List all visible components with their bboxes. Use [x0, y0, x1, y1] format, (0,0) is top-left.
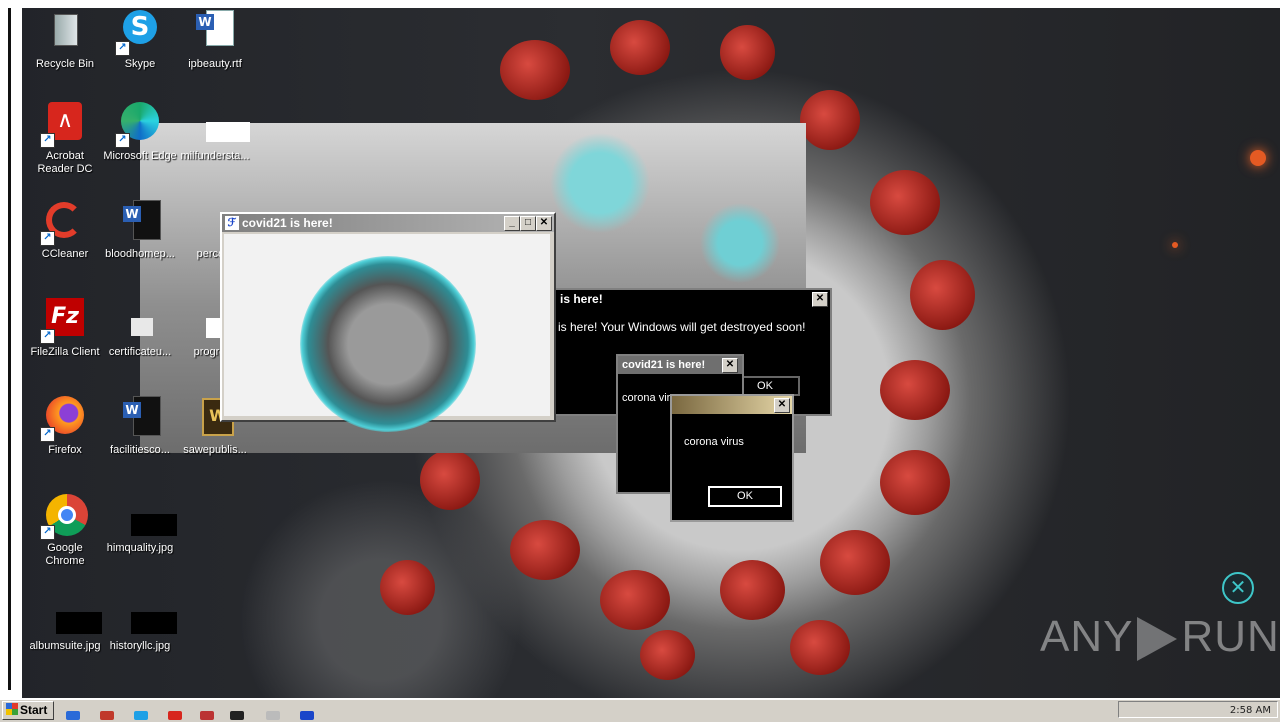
word-document-icon: W [117, 394, 163, 440]
virus-image [224, 234, 550, 432]
window-titlebar: ℱ covid21 is here! _ □ ✕ [222, 214, 554, 232]
ccleaner-icon: ↗ [40, 198, 88, 246]
window-title: covid21 is here! [242, 216, 333, 230]
desktop-icon-chrome[interactable]: ↗ Google Chrome [27, 492, 103, 568]
desktop: Recycle Bin S ↗ Skype W ipbeauty.rtf ∧ ↗… [0, 0, 1280, 698]
desktop-icon-albumsuite[interactable]: albumsuite.jpg [27, 590, 103, 653]
dialog-titlebar: covid21 is here! ✕ [618, 356, 742, 374]
word-document-icon: W [192, 8, 238, 54]
app-icon: ℱ [225, 216, 239, 230]
blank-file-icon [117, 296, 163, 342]
overlay-close-button[interactable]: ✕ [1222, 572, 1254, 604]
windows-logo-icon [6, 703, 18, 715]
icon-label: Acrobat Reader DC [37, 150, 93, 175]
covid21-main-window: ℱ covid21 is here! _ □ ✕ [220, 212, 556, 432]
icon-label: himquality.jpg [106, 542, 174, 554]
desktop-icon-himquality[interactable]: himquality.jpg [102, 492, 178, 555]
dialog-title: covid21 is here! [622, 359, 706, 371]
recycle-bin-icon [42, 8, 88, 54]
close-button[interactable]: ✕ [812, 292, 828, 307]
icon-label: Recycle Bin [35, 58, 95, 70]
maximize-button[interactable]: □ [520, 216, 536, 231]
close-button[interactable]: ✕ [774, 398, 790, 413]
desktop-icon-ccleaner[interactable]: ↗ CCleaner [27, 198, 103, 261]
ok-button[interactable]: OK [708, 486, 782, 507]
desktop-icon-historyllc[interactable]: historyllc.jpg [102, 590, 178, 653]
close-button[interactable]: ✕ [722, 358, 738, 373]
icon-label: bloodhomep... [105, 248, 175, 260]
blank-file-icon [192, 100, 250, 146]
chrome-icon: ↗ [40, 492, 88, 540]
icon-label: Microsoft Edge [103, 150, 177, 162]
ok-label: OK [737, 490, 753, 502]
anyrun-watermark: ANY RUN [1040, 612, 1279, 672]
skype-icon: S ↗ [115, 8, 163, 56]
icon-label: milfundersta... [180, 150, 250, 162]
quicklaunch-app-icon[interactable] [168, 711, 182, 720]
icon-label: Skype [124, 58, 156, 70]
icon-label: CCleaner [41, 248, 89, 260]
desktop-icon-skype[interactable]: S ↗ Skype [102, 8, 178, 71]
top-frame [0, 0, 1280, 8]
taskbar-item-icon[interactable] [200, 711, 214, 720]
minimize-button[interactable]: _ [504, 216, 520, 231]
icon-label: albumsuite.jpg [29, 640, 101, 652]
quicklaunch-media-icon[interactable] [100, 711, 114, 720]
minimize-icon: _ [509, 217, 515, 228]
maximize-icon: □ [524, 217, 532, 228]
close-icon: ✕ [539, 217, 549, 228]
desktop-icon-facilitiesco[interactable]: W facilitiesco... [102, 394, 178, 457]
clock[interactable]: 2:58 AM [1230, 705, 1271, 716]
image-file-icon [42, 590, 102, 636]
filezilla-icon: Fz ↗ [40, 296, 88, 344]
quicklaunch-skype-icon[interactable] [134, 711, 148, 720]
image-file-icon [117, 492, 177, 538]
icon-label: sawepublis... [183, 444, 247, 456]
watermark-brand-2: RUN [1181, 612, 1280, 661]
dialog-titlebar: ✕ [672, 396, 792, 414]
close-button[interactable]: ✕ [536, 216, 552, 231]
desktop-icon-bloodhomep[interactable]: W bloodhomep... [102, 198, 178, 261]
taskbar: Start 2:58 AM [0, 698, 1280, 722]
dialog-titlebar: is here! ✕ [550, 290, 830, 308]
icon-label: FileZilla Client [30, 346, 100, 358]
desktop-icon-firefox[interactable]: ↗ Firefox [27, 394, 103, 457]
image-file-icon [117, 590, 177, 636]
edge-icon: ↗ [115, 100, 163, 148]
icon-label: historyllc.jpg [109, 640, 171, 652]
desktop-icon-recycle-bin[interactable]: Recycle Bin [27, 8, 103, 71]
dialog-message: corona virus [684, 436, 744, 448]
dialog-message: is here! Your Windows will get destroyed… [558, 320, 806, 334]
desktop-icon-filezilla[interactable]: Fz ↗ FileZilla Client [27, 296, 103, 359]
left-frame [0, 0, 22, 698]
close-icon: ✕ [815, 293, 825, 304]
icon-label: ipbeauty.rtf [188, 58, 242, 70]
play-icon [1137, 617, 1178, 662]
icon-label: Firefox [48, 444, 82, 456]
desktop-icon-certificateu[interactable]: certificateu... [102, 296, 178, 359]
desktop-icon-edge[interactable]: ↗ Microsoft Edge [102, 100, 178, 163]
system-tray: 2:58 AM [1118, 701, 1278, 718]
firefox-icon: ↗ [40, 394, 88, 442]
quicklaunch-ie-icon[interactable] [66, 711, 80, 720]
close-icon: ✕ [725, 359, 735, 370]
desktop-icon-ipbeauty[interactable]: W ipbeauty.rtf [177, 8, 253, 71]
ok-label: OK [757, 380, 773, 392]
icon-label: Google Chrome [45, 542, 85, 567]
icon-label: certificateu... [108, 346, 172, 358]
start-label: Start [20, 703, 48, 717]
taskbar-item-icon[interactable] [230, 711, 244, 720]
word-document-icon: W [117, 198, 163, 244]
desktop-icon-milfundersta[interactable]: milfundersta... [177, 100, 253, 163]
dialog-title: is here! [560, 292, 603, 306]
close-icon: ✕ [777, 399, 787, 410]
taskbar-item-icon[interactable] [266, 711, 280, 720]
start-button[interactable]: Start [2, 701, 54, 720]
acrobat-icon: ∧ ↗ [40, 100, 88, 148]
taskbar-item-icon[interactable] [300, 711, 314, 720]
corona-virus-dialog: ✕ corona virus OK [670, 394, 794, 522]
watermark-brand: ANY [1040, 612, 1134, 661]
icon-label: facilitiesco... [110, 444, 170, 456]
desktop-icon-acrobat[interactable]: ∧ ↗ Acrobat Reader DC [27, 100, 103, 176]
